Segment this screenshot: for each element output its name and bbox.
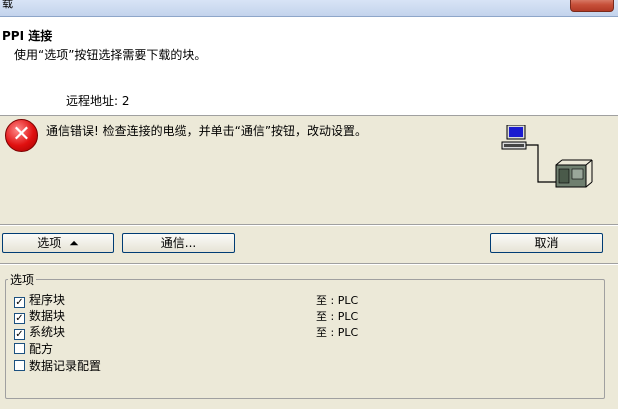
separator-bottom — [0, 263, 618, 265]
plc-icon — [555, 159, 593, 188]
communication-button[interactable]: 通信... — [122, 233, 235, 253]
option-label: 配方 — [29, 342, 54, 356]
option-program-block[interactable]: ✓ 程序块 — [14, 291, 66, 308]
checkbox-system-block[interactable]: ✓ — [14, 329, 25, 340]
option-recipe[interactable]: 配方 — [14, 340, 53, 356]
target-data-block: 至 : PLC — [316, 310, 359, 323]
header-title: PPI 连接 — [2, 29, 53, 43]
computer-icon — [501, 125, 527, 150]
option-data-log-config[interactable]: 数据记录配置 — [14, 357, 101, 373]
options-button[interactable]: 选项 ⏶ — [2, 233, 114, 253]
separator-top — [0, 224, 618, 226]
options-button-label: 选项 — [37, 236, 62, 250]
checkbox-data-log-config[interactable] — [14, 360, 25, 371]
options-group — [5, 279, 605, 399]
target-system-block: 至 : PLC — [316, 326, 359, 339]
title-bar: 载 — [0, 0, 618, 17]
option-label: 数据块 — [29, 309, 66, 323]
error-icon: ✕ — [5, 119, 38, 152]
close-button[interactable] — [570, 0, 614, 12]
header-description: 使用“选项”按钮选择需要下载的块。 — [14, 48, 207, 62]
checkbox-recipe[interactable] — [14, 343, 25, 354]
window-title: 载 — [2, 0, 13, 10]
cancel-button[interactable]: 取消 — [490, 233, 603, 253]
remote-address: 远程地址: 2 — [66, 94, 130, 108]
target-program-block: 至 : PLC — [316, 294, 359, 307]
connection-diagram — [501, 125, 593, 188]
option-data-block[interactable]: ✓ 数据块 — [14, 307, 66, 324]
up-arrow-icon: ⏶ — [69, 236, 79, 250]
option-label: 系统块 — [29, 325, 66, 339]
option-label: 程序块 — [29, 293, 66, 307]
error-message: 通信错误! 检查连接的电缆，并单击“通信”按钮，改动设置。 — [46, 124, 368, 138]
options-group-legend: 选项 — [8, 271, 37, 288]
option-system-block[interactable]: ✓ 系统块 — [14, 323, 66, 340]
option-label: 数据记录配置 — [29, 359, 102, 373]
